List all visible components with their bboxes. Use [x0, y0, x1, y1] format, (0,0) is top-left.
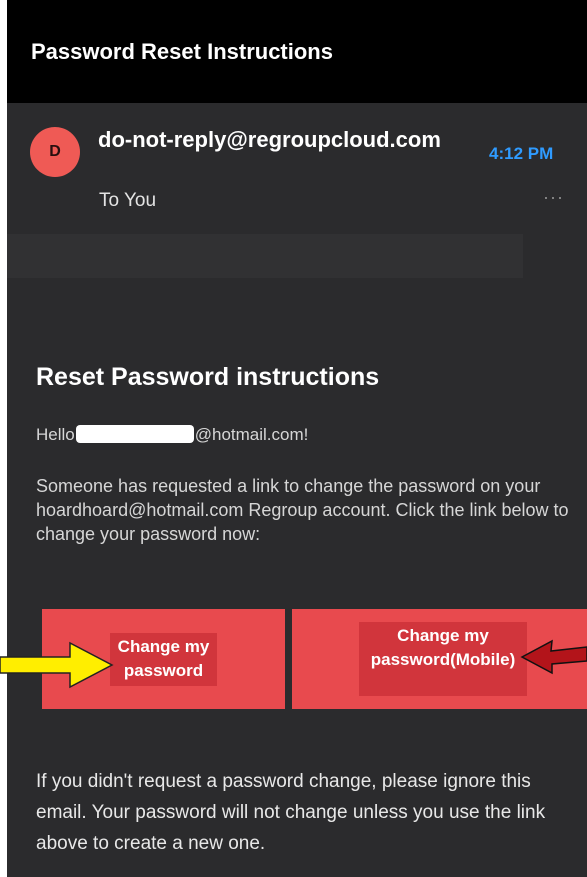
greeting-prefix: Hello	[36, 425, 75, 444]
red-arrow-icon	[520, 639, 587, 675]
greeting-line: Hello @hotmail.com!	[36, 425, 308, 445]
sender-address[interactable]: do-not-reply@regroupcloud.com	[98, 124, 458, 155]
redacted-email	[75, 425, 194, 443]
instructions-paragraph: Someone has requested a link to change t…	[36, 476, 569, 544]
avatar[interactable]: D	[30, 127, 80, 177]
change-password-mobile-label: Change my password(Mobile)	[359, 622, 527, 696]
disclaimer-paragraph: If you didn't request a password change,…	[36, 771, 546, 854]
greeting-suffix: @hotmail.com!	[194, 425, 309, 444]
header-divider	[7, 234, 523, 278]
recipient-label: To You	[99, 190, 157, 211]
yellow-arrow-icon	[0, 641, 114, 689]
title-bar: Password Reset Instructions	[7, 0, 587, 103]
email-heading: Reset Password instructions	[36, 363, 380, 391]
email-view: Password Reset Instructions D do-not-rep…	[7, 0, 587, 877]
page-title: Password Reset Instructions	[31, 39, 333, 64]
more-options-icon[interactable]: ···	[543, 187, 564, 208]
timestamp: 4:12 PM	[489, 144, 554, 163]
change-password-label: Change my password	[110, 632, 217, 686]
